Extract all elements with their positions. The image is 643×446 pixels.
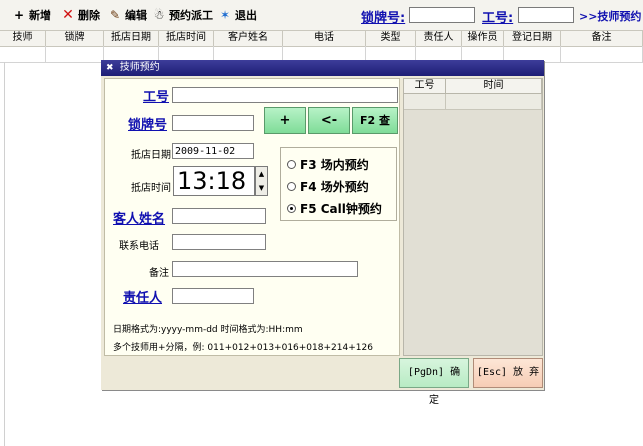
row-indicator-strip [0, 62, 5, 446]
query-button[interactable]: F2 查 [352, 107, 398, 134]
col-lock[interactable]: 锁牌 [46, 31, 104, 46]
staff-id-label: 工号 [143, 90, 170, 105]
assigned-technician-grid: 工号 时间 [403, 78, 543, 356]
multi-tech-hint: 多个技师用+分隔，例: 011+012+013+016+018+214+126 [113, 343, 373, 353]
key-number-label: 锁牌号 [128, 118, 168, 133]
col-note[interactable]: 备注 [561, 31, 643, 46]
format-hint: 日期格式为:yyyy-mm-dd 时间格式为:HH:mm [113, 325, 303, 335]
customer-name-field[interactable] [172, 208, 266, 224]
time-spinner[interactable]: ▲ ▼ [255, 166, 268, 196]
delete-x-icon: ✕ [62, 7, 74, 23]
edit-icon: ✎ [109, 8, 121, 22]
exit-button[interactable]: ✶ 退出 [218, 7, 257, 23]
owner-field[interactable] [172, 288, 254, 304]
booking-form-panel: 工号 锁牌号 + <- F2 查 抵店日期 抵店时间 13:18 ▲ ▼ F3 … [104, 78, 400, 356]
col-type[interactable]: 类型 [366, 31, 416, 46]
assigned-grid-header: 工号 时间 [404, 79, 542, 94]
plus-icon: + [13, 8, 25, 22]
key-number-input[interactable] [409, 7, 475, 23]
staff-id-input[interactable] [518, 7, 574, 23]
note-label: 备注 [149, 268, 169, 279]
cancel-button[interactable]: [Esc] 放 弃 [473, 358, 543, 388]
col-arrive-time[interactable]: 抵店时间 [159, 31, 214, 46]
dialog-title: 技师预约 [119, 62, 160, 73]
worker-icon: ☃ [153, 8, 165, 22]
arrive-time-field[interactable]: 13:18 [173, 166, 255, 196]
radio-offsite[interactable]: F4 场外预约 [287, 178, 369, 195]
booking-type-group: F3 场内预约 F4 场外预约 F5 Call钟预约 [280, 147, 397, 221]
backspace-button[interactable]: <- [308, 107, 350, 134]
toolbar: + 新增 ✕ 删除 ✎ 编辑 ☃ 预约派工 ✶ 退出 锁牌号: 工号: >>技师… [0, 0, 643, 31]
owner-label: 责任人 [123, 291, 163, 306]
col-time[interactable]: 时间 [446, 79, 542, 93]
new-button[interactable]: + 新增 [12, 7, 51, 23]
technician-booking-dialog: ✖ 技师预约 工号 锁牌号 + <- F2 查 抵店日期 抵店时间 13:18 … [101, 60, 544, 406]
col-technician[interactable]: 技师 [0, 31, 46, 46]
col-register-date[interactable]: 登记日期 [504, 31, 561, 46]
dispatch-button[interactable]: ☃ 预约派工 [152, 7, 213, 23]
radio-unchecked-icon [287, 182, 296, 191]
staff-id-field[interactable] [172, 87, 398, 103]
confirm-button[interactable]: [PgDn] 确 定 [399, 358, 469, 406]
delete-button[interactable]: ✕ 删除 [61, 7, 100, 23]
dialog-menu-icon: ✖ [106, 63, 114, 73]
staff-id-label: 工号: [482, 11, 514, 26]
arrive-time-label: 抵店时间 [131, 183, 171, 194]
col-phone[interactable]: 电话 [283, 31, 366, 46]
table-row[interactable] [404, 94, 542, 110]
arrive-date-label: 抵店日期 [131, 150, 171, 161]
radio-call[interactable]: F5 Call钟预约 [287, 200, 382, 217]
col-customer-name[interactable]: 客户姓名 [214, 31, 283, 46]
phone-label: 联系电话 [119, 241, 159, 252]
col-staff-id[interactable]: 工号 [404, 79, 446, 93]
spin-up-icon[interactable]: ▲ [256, 167, 267, 181]
spin-down-icon[interactable]: ▼ [256, 181, 267, 195]
grid-header: 技师 锁牌 抵店日期 抵店时间 客户姓名 电话 类型 责任人 操作员 登记日期 … [0, 30, 643, 47]
col-arrive-date[interactable]: 抵店日期 [104, 31, 159, 46]
col-owner[interactable]: 责任人 [416, 31, 462, 46]
note-field[interactable] [172, 261, 358, 277]
key-number-label: 锁牌号: [361, 11, 406, 26]
radio-onsite[interactable]: F3 场内预约 [287, 156, 369, 173]
add-button[interactable]: + [264, 107, 306, 134]
technician-booking-link[interactable]: >>技师预约 [579, 8, 641, 24]
customer-name-label: 客人姓名 [113, 212, 166, 227]
radio-unchecked-icon [287, 160, 296, 169]
col-operator[interactable]: 操作员 [462, 31, 504, 46]
edit-button[interactable]: ✎ 编辑 [108, 7, 147, 23]
exit-icon: ✶ [219, 8, 231, 22]
dialog-title-bar[interactable]: ✖ 技师预约 [101, 60, 544, 76]
radio-checked-icon [287, 204, 296, 213]
key-number-field[interactable] [172, 115, 254, 131]
arrive-date-field[interactable] [172, 143, 254, 159]
phone-field[interactable] [172, 234, 266, 250]
